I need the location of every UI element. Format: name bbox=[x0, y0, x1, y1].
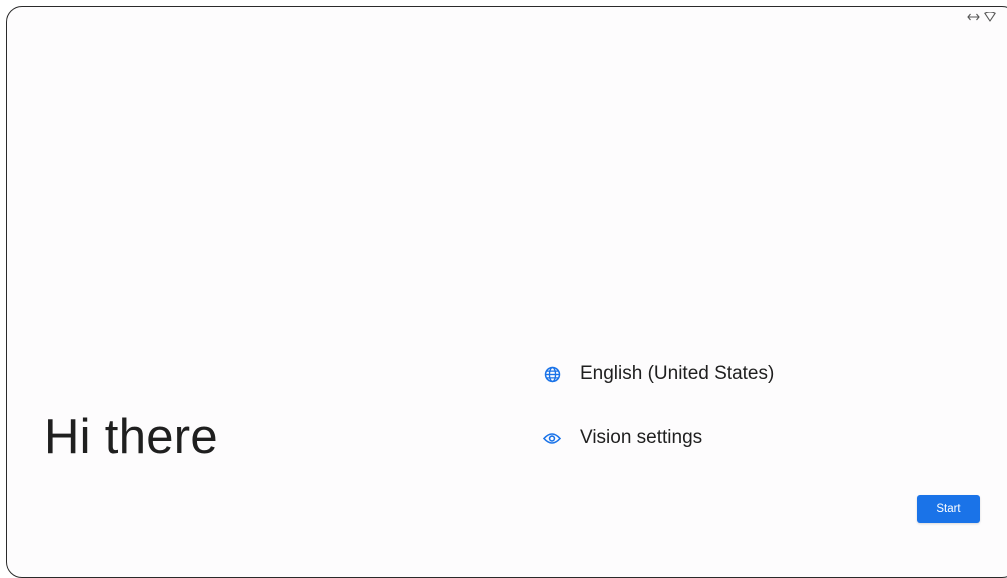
eye-icon bbox=[543, 429, 561, 447]
status-bar bbox=[967, 10, 996, 24]
welcome-title: Hi there bbox=[44, 410, 218, 464]
wifi-icon bbox=[984, 12, 996, 22]
language-option[interactable]: English (United States) bbox=[535, 356, 774, 392]
device-screen: Hi there English (United States) Vision … bbox=[6, 6, 1007, 578]
data-arrows-icon bbox=[967, 13, 980, 21]
language-label: English (United States) bbox=[580, 363, 775, 384]
globe-icon bbox=[543, 365, 561, 383]
vision-settings-label: Vision settings bbox=[580, 427, 703, 448]
start-button[interactable]: Start bbox=[917, 495, 980, 523]
vision-settings-option[interactable]: Vision settings bbox=[535, 420, 702, 456]
